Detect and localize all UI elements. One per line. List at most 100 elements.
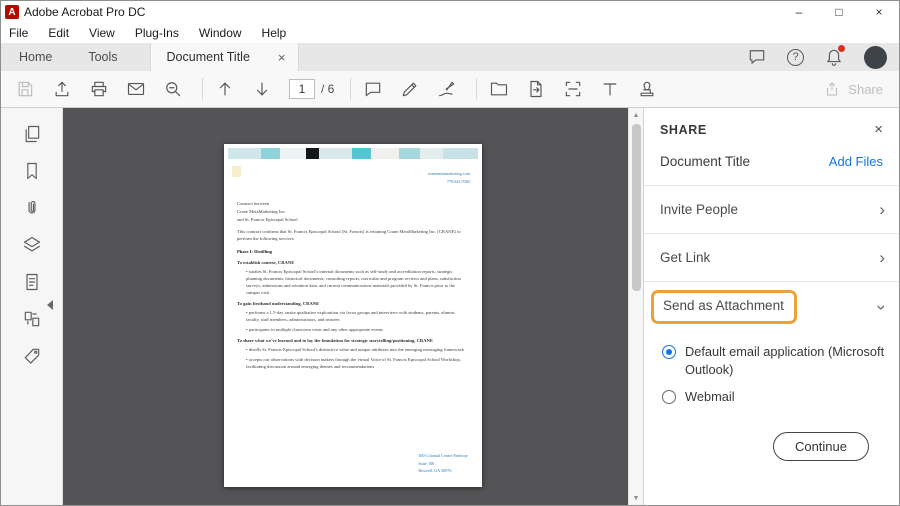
highlight-icon[interactable]	[400, 79, 420, 99]
menu-view[interactable]: View	[89, 26, 115, 40]
vertical-scrollbar[interactable]: ▲ ▼	[628, 108, 643, 505]
layers-icon[interactable]	[22, 235, 42, 255]
share-button-label: Share	[848, 81, 883, 97]
option-default-email[interactable]: Default email application (Microsoft Out…	[662, 343, 885, 379]
invite-people-label: Invite People	[660, 202, 739, 217]
organize-pages-icon[interactable]	[22, 309, 42, 329]
tab-home[interactable]: Home	[1, 50, 70, 64]
share-panel-close-icon[interactable]: ×	[874, 121, 883, 138]
page-accent-block	[232, 166, 241, 177]
window-title: Adobe Acrobat Pro DC	[24, 5, 146, 19]
toolbar-separator	[350, 78, 352, 100]
doc-heading: Phase I: Distilling	[237, 248, 272, 254]
tags-icon[interactable]	[22, 346, 42, 366]
page-thumbnails-icon[interactable]	[22, 124, 42, 144]
add-text-icon[interactable]	[600, 79, 620, 99]
acrobat-window: A Adobe Acrobat Pro DC – □ × File Edit V…	[0, 0, 900, 506]
help-icon[interactable]: ?	[787, 48, 804, 66]
footer-line: 300 Colonial Center Parkway	[418, 453, 468, 459]
footer-line: Suite 100	[418, 460, 435, 466]
tab-document-title[interactable]: Document Title ×	[149, 43, 299, 71]
doc-line: Contract between	[237, 201, 270, 206]
scroll-down-icon[interactable]: ▼	[633, 491, 640, 505]
doc-line: and St. Francis Episcopal School	[237, 217, 298, 223]
share-document-title: Document Title	[660, 154, 751, 169]
comment-icon[interactable]	[363, 79, 383, 99]
doc-bullet: distills St. Francis Episcopal School's …	[246, 346, 467, 353]
page-footer-address: 300 Colonial Center Parkway Suite 100 Ro…	[418, 452, 468, 475]
orange-highlight-box: Send as Attachment	[651, 290, 797, 324]
notifications-bell-icon[interactable]	[824, 45, 845, 67]
comments-icon[interactable]	[747, 47, 767, 67]
share-panel: SHARE × Document Title Add Files Invite …	[643, 108, 899, 505]
print-icon[interactable]	[89, 79, 109, 99]
contact-site: cranemetamarketing.com	[427, 171, 470, 176]
send-as-attachment-row[interactable]: Send as Attachment ›	[644, 282, 899, 332]
share-panel-header: SHARE ×	[644, 108, 899, 146]
get-link-label: Get Link	[660, 250, 711, 265]
minimize-button[interactable]: –	[779, 1, 819, 23]
sign-icon[interactable]	[437, 79, 457, 99]
menu-edit[interactable]: Edit	[48, 26, 69, 40]
menu-help[interactable]: Help	[262, 26, 287, 40]
chevron-right-icon: ›	[879, 200, 885, 219]
maximize-button[interactable]: □	[819, 1, 859, 23]
doc-bullet: accepts our observations with decision m…	[246, 356, 467, 370]
doc-line: Crane MetaMarketing Inc.	[237, 209, 286, 215]
footer-line: Roswell, GA 30076	[418, 468, 452, 474]
doc-subheading: To establish context, CRANE	[237, 259, 295, 265]
option-webmail-label: Webmail	[685, 388, 735, 404]
page-number-input[interactable]	[289, 79, 315, 99]
add-files-link[interactable]: Add Files	[829, 154, 883, 169]
page-down-icon[interactable]	[252, 79, 272, 99]
stamp-icon[interactable]	[637, 79, 657, 99]
left-nav-panel	[1, 108, 63, 505]
folder-icon[interactable]	[489, 79, 509, 99]
close-window-button[interactable]: ×	[859, 1, 899, 23]
page-contact-info: cranemetamarketing.com 770.641.9382	[428, 170, 470, 185]
content-panel-icon[interactable]	[22, 272, 42, 292]
option-default-email-label: Default email application (Microsoft Out…	[685, 344, 885, 377]
radio-selected-icon[interactable]	[662, 345, 676, 359]
menu-plugins[interactable]: Plug-Ins	[135, 26, 179, 40]
share-button[interactable]: Share	[823, 80, 883, 98]
collapse-panel-arrow-icon[interactable]	[47, 300, 53, 310]
tabbar-right-icons: ?	[747, 45, 899, 69]
doc-paragraph: This contract confirms that St. Francis …	[237, 229, 461, 242]
email-icon[interactable]	[126, 79, 146, 99]
doc-subheading: To gain firsthand understanding, CRANE	[237, 301, 320, 307]
share-icon	[827, 82, 838, 96]
export-icon[interactable]	[526, 79, 546, 99]
toolbar-separator	[476, 78, 478, 100]
toolbar: / 6 Share	[1, 71, 899, 108]
chevron-down-icon: ›	[872, 304, 892, 310]
doc-bullet: participates in multiple classroom visit…	[246, 326, 467, 333]
main-area: cranemetamarketing.com 770.641.9382 Cont…	[1, 108, 899, 505]
attachments-paperclip-icon[interactable]	[22, 198, 42, 218]
radio-unselected-icon[interactable]	[662, 389, 676, 404]
menu-bar: File Edit View Plug-Ins Window Help	[1, 23, 899, 43]
tab-close-icon[interactable]: ×	[278, 50, 286, 65]
upload-icon[interactable]	[52, 79, 72, 99]
user-avatar[interactable]	[864, 45, 887, 69]
option-webmail[interactable]: Webmail	[662, 388, 885, 406]
continue-button[interactable]: Continue	[772, 431, 869, 461]
page-header-stripe	[228, 148, 478, 159]
menu-file[interactable]: File	[9, 26, 28, 40]
zoom-out-icon[interactable]	[163, 79, 183, 99]
tab-tools[interactable]: Tools	[70, 50, 135, 64]
invite-people-row[interactable]: Invite People ›	[644, 186, 899, 233]
adobe-acrobat-logo-icon: A	[5, 5, 19, 19]
contact-phone: 770.641.9382	[446, 178, 470, 184]
scrollbar-thumb[interactable]	[632, 124, 641, 291]
save-icon[interactable]	[15, 79, 35, 99]
page-up-icon[interactable]	[215, 79, 235, 99]
get-link-row[interactable]: Get Link ›	[644, 234, 899, 281]
menu-window[interactable]: Window	[199, 26, 242, 40]
bookmarks-icon[interactable]	[22, 161, 42, 181]
share-document-row: Document Title Add Files	[644, 146, 899, 185]
scroll-up-icon[interactable]: ▲	[633, 108, 640, 122]
toolbar-separator	[202, 78, 203, 100]
window-controls: – □ ×	[779, 1, 899, 23]
scan-icon[interactable]	[563, 79, 583, 99]
